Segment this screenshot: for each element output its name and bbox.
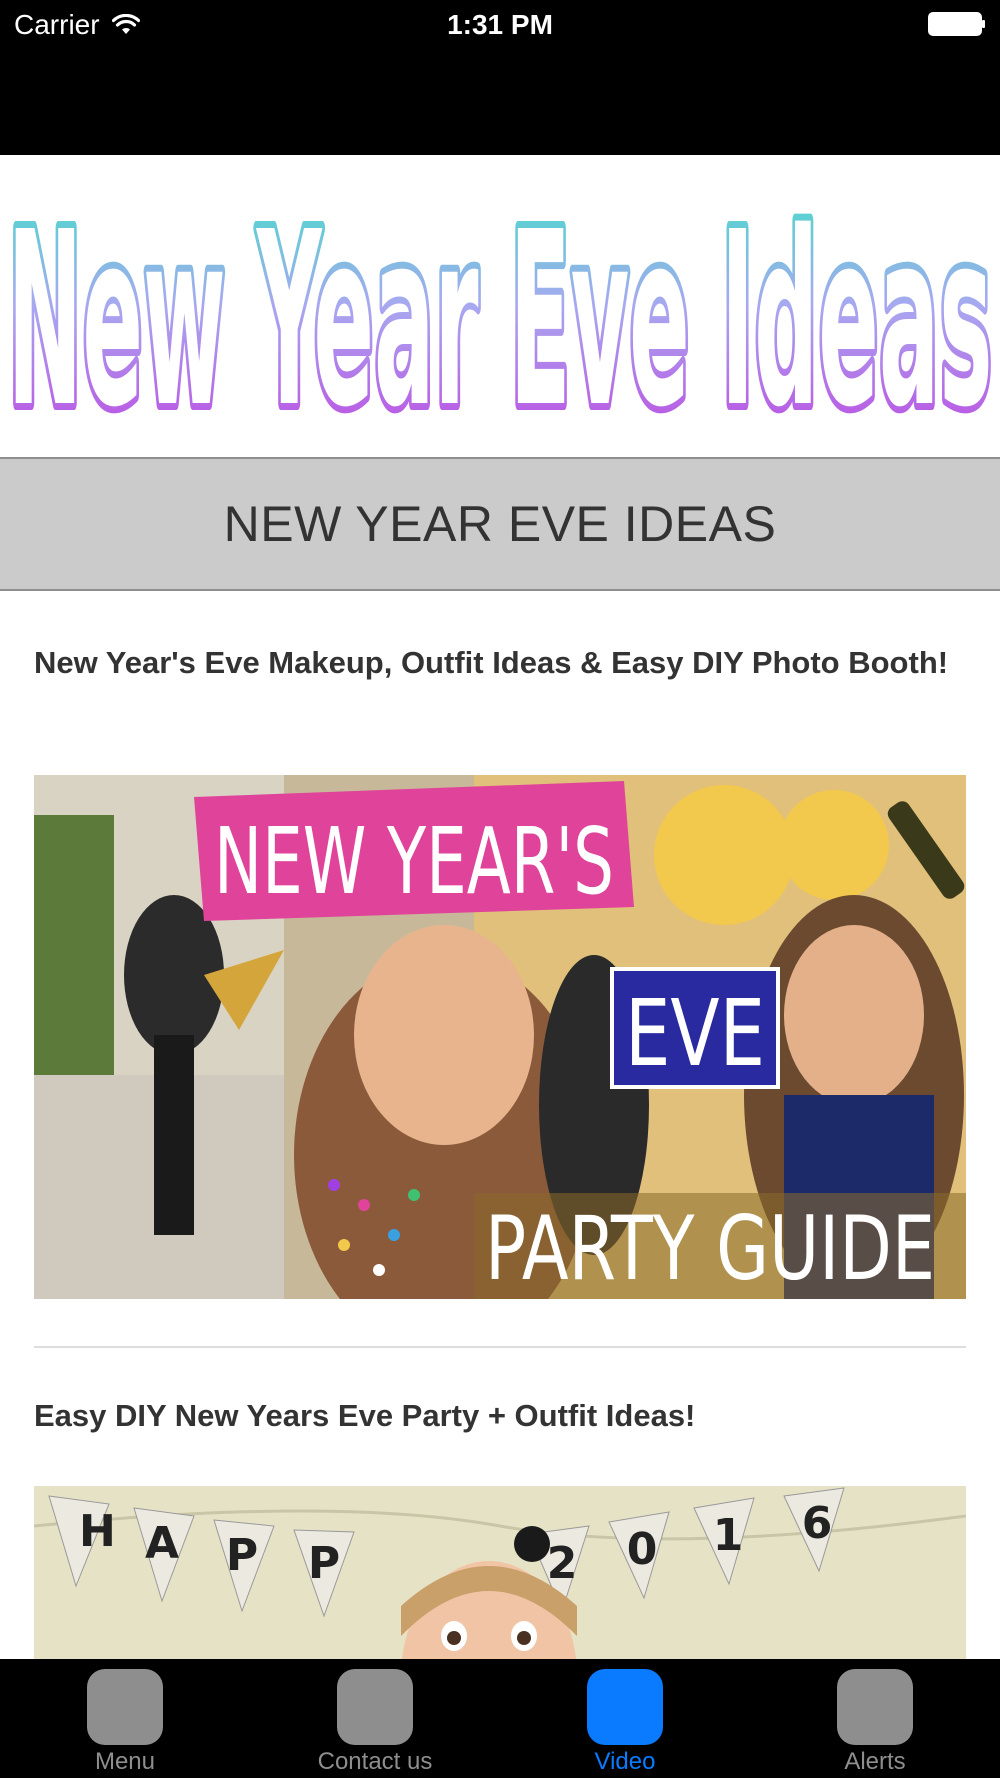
video-title[interactable]: Easy DIY New Years Eve Party + Outfit Id… xyxy=(34,1394,964,1437)
tab-label: Alerts xyxy=(844,1748,906,1775)
menu-icon xyxy=(87,1669,163,1745)
tab-contact-us[interactable]: Contact us xyxy=(250,1659,500,1778)
section-title: NEW YEAR EVE IDEAS xyxy=(223,496,777,552)
tab-alerts[interactable]: Alerts xyxy=(750,1659,1000,1778)
banner-title: New Year Eve Ideas xyxy=(8,180,993,457)
bunting-letter: 6 xyxy=(802,1498,833,1549)
bunting-letter: P xyxy=(308,1538,340,1589)
tab-label: Video xyxy=(594,1748,656,1775)
status-time: 1:31 PM xyxy=(447,9,553,40)
app-banner: New Year Eve Ideas xyxy=(0,155,1000,457)
thumbnail-banner-text: NEW YEAR'S xyxy=(214,808,614,915)
bunting-letter: P xyxy=(226,1530,258,1581)
bunting-letter: 0 xyxy=(627,1524,658,1575)
tab-bar: Menu Contact us Video Alerts xyxy=(0,1659,1000,1778)
alerts-icon xyxy=(837,1669,913,1745)
contact-icon xyxy=(337,1669,413,1745)
video-title[interactable]: New Year's Eve Makeup, Outfit Ideas & Ea… xyxy=(34,641,964,684)
video-thumbnail[interactable]: NEW YEAR'S EVE PARTY GUIDE xyxy=(34,775,966,1299)
status-bar: Carrier 1:31 PM xyxy=(0,0,1000,155)
video-thumbnail[interactable]: H A P P 2 0 1 6 xyxy=(34,1486,966,1659)
video-icon xyxy=(587,1669,663,1745)
list-divider xyxy=(34,1346,966,1348)
thumbnail-image: H A P P 2 0 1 6 xyxy=(34,1486,966,1659)
bunting-letter: A xyxy=(145,1518,179,1569)
tab-menu[interactable]: Menu xyxy=(0,1659,250,1778)
banner-logo: New Year Eve Ideas xyxy=(1,173,1000,457)
bunting-letter: 2 xyxy=(547,1538,578,1589)
thumbnail-image: NEW YEAR'S EVE PARTY GUIDE xyxy=(34,775,966,1299)
thumbnail-footer-text: PARTY GUIDE xyxy=(485,1197,935,1299)
tab-label: Contact us xyxy=(317,1748,433,1775)
battery-icon xyxy=(928,12,985,36)
tab-video[interactable]: Video xyxy=(500,1659,750,1778)
tab-label: Menu xyxy=(94,1748,156,1775)
bunting-letter: H xyxy=(79,1506,116,1557)
thumbnail-badge-text: EVE xyxy=(625,980,765,1087)
video-list[interactable]: New Year's Eve Makeup, Outfit Ideas & Ea… xyxy=(0,591,1000,1659)
bunting-letter: 1 xyxy=(713,1510,744,1561)
section-header: NEW YEAR EVE IDEAS xyxy=(0,457,1000,591)
